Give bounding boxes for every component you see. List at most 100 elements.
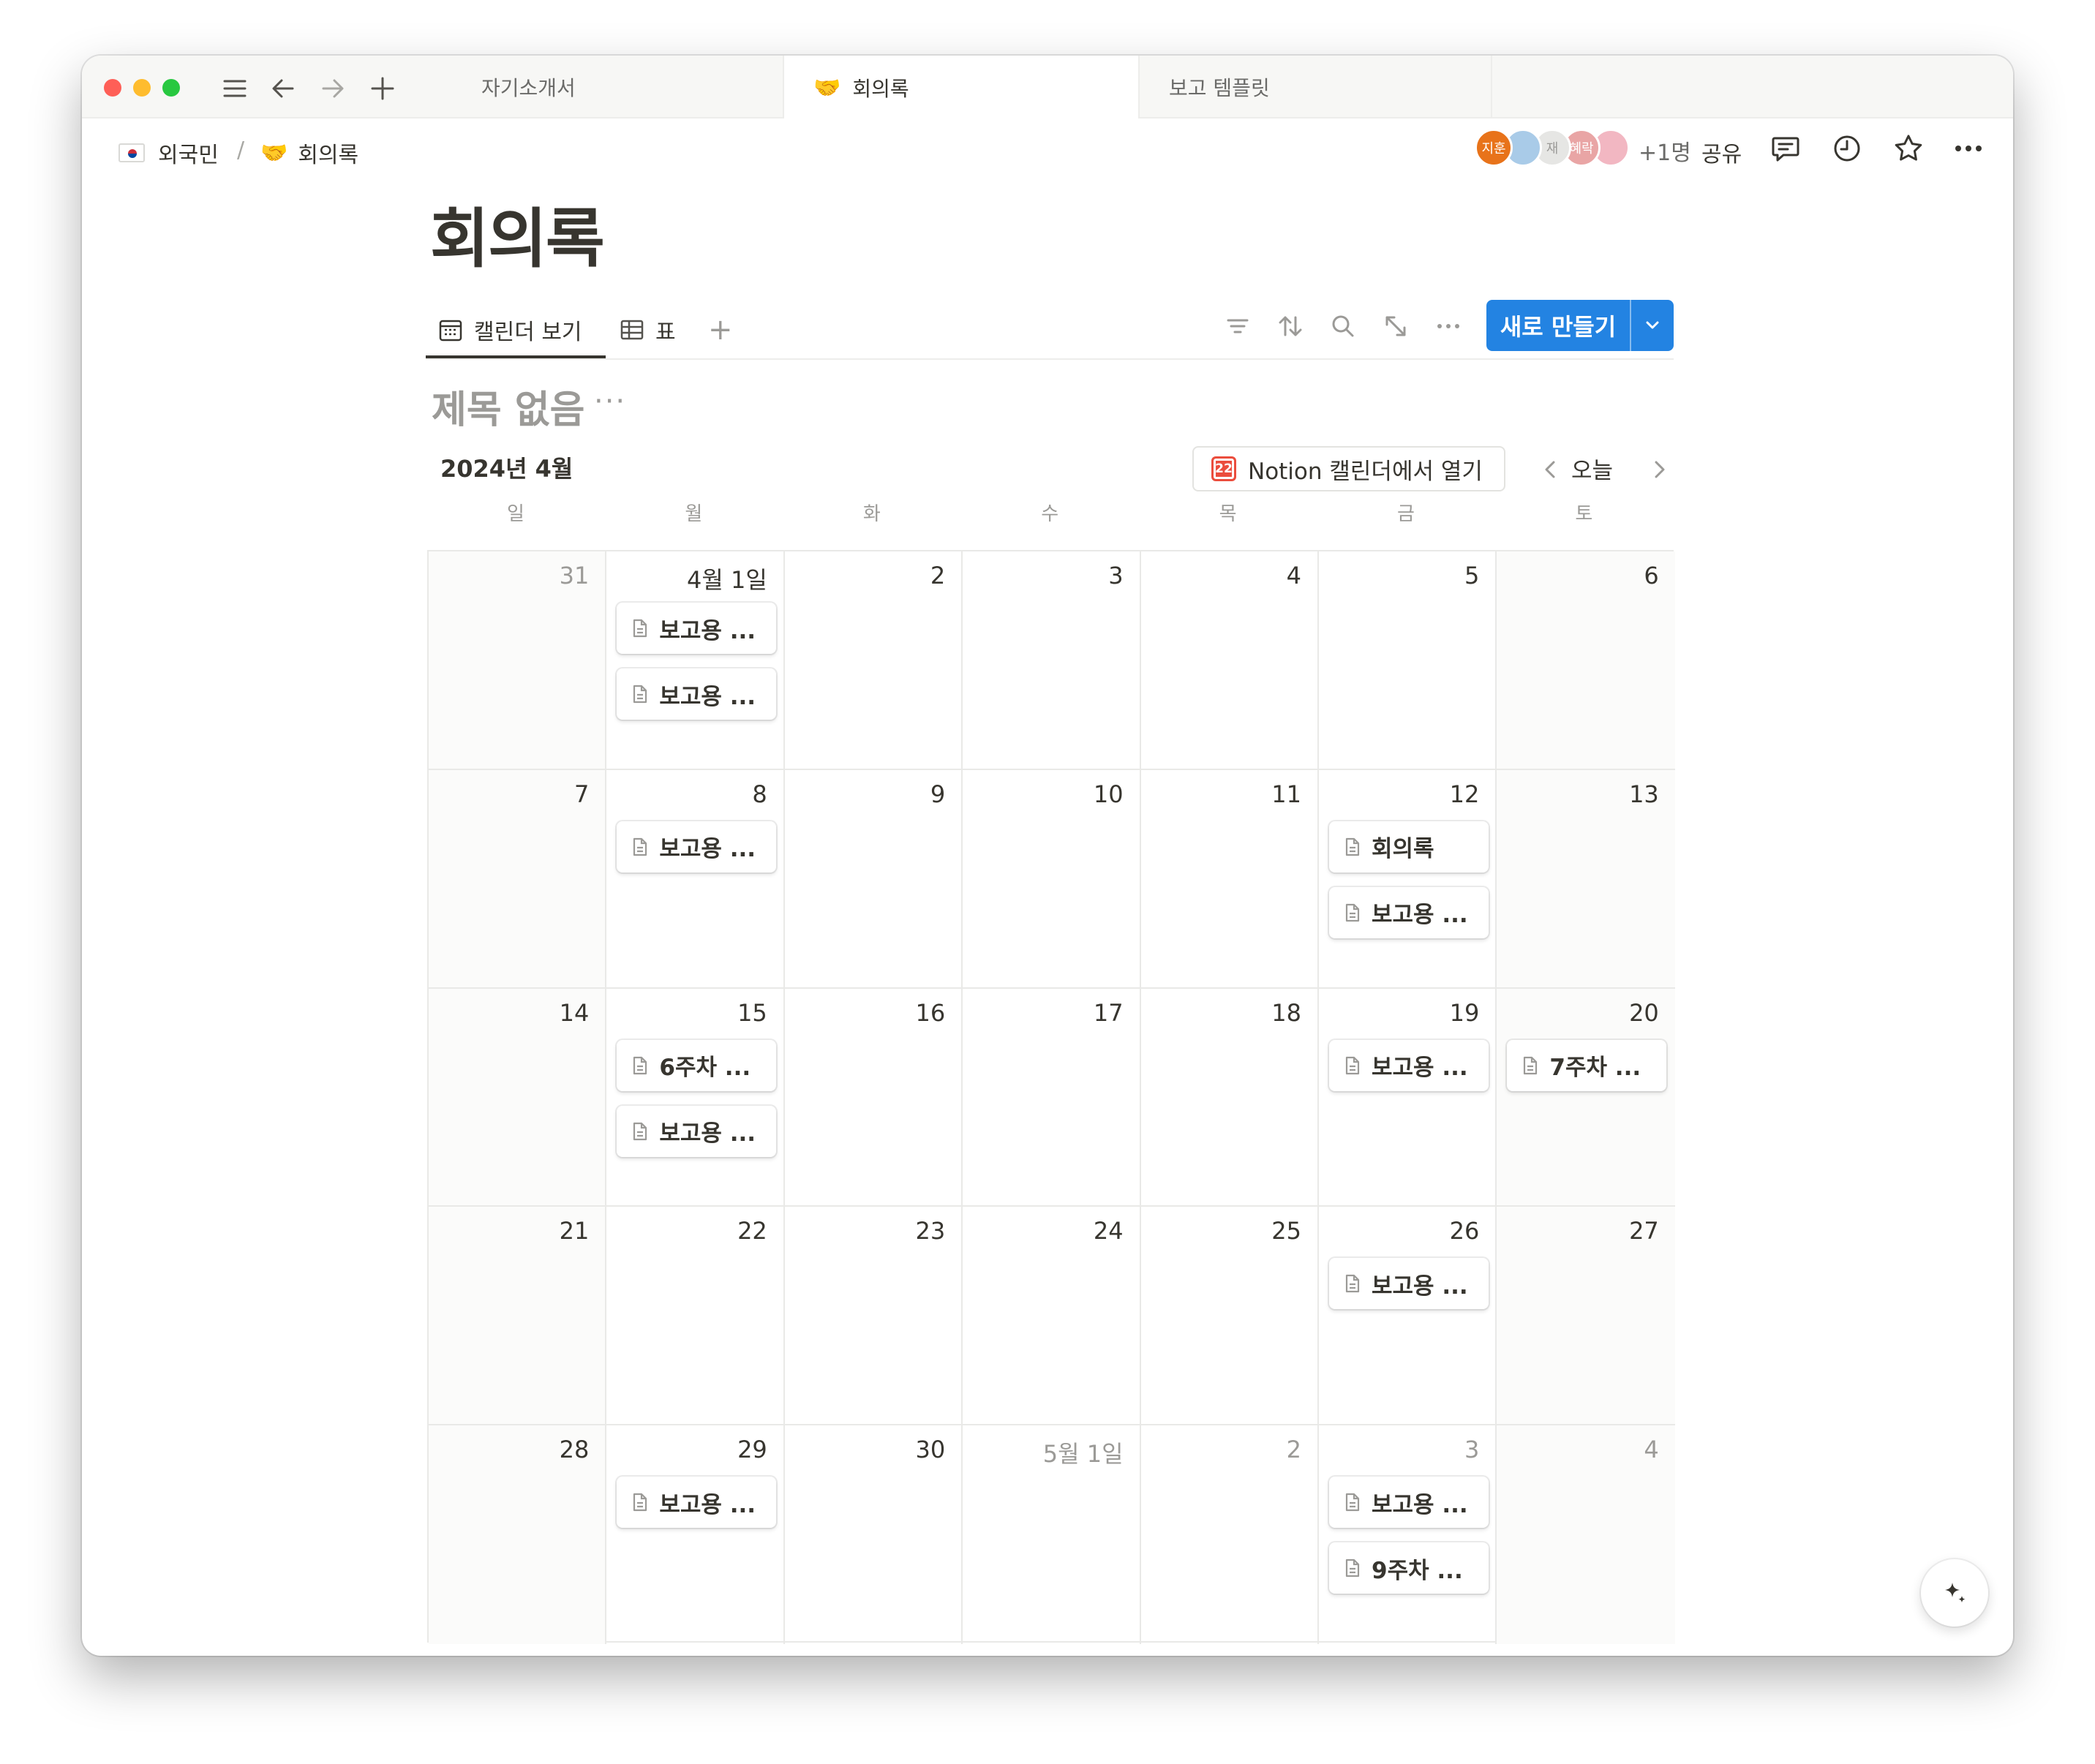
calendar-day-cell[interactable]: 25 bbox=[1140, 1207, 1319, 1426]
ai-assistant-button[interactable] bbox=[1921, 1559, 1988, 1627]
event-card[interactable]: 보고용 ... bbox=[617, 668, 777, 720]
tab-table-view[interactable]: 표 bbox=[619, 304, 676, 355]
day-number: 4월 1일 bbox=[687, 566, 767, 594]
calendar-day-cell[interactable]: 19 보고용 ... bbox=[1319, 988, 1497, 1207]
tab-report-template[interactable]: 보고 템플릿 bbox=[1138, 56, 1492, 118]
new-button[interactable]: 새로 만들기 bbox=[1486, 300, 1674, 351]
calendar-day-cell[interactable]: 16 bbox=[784, 988, 963, 1207]
previous-month-chevron-icon[interactable] bbox=[1536, 455, 1565, 484]
calendar-day-cell[interactable]: 20 7주차 ... bbox=[1497, 988, 1675, 1207]
calendar-day-cell[interactable]: 2 bbox=[1141, 1425, 1319, 1644]
tab-calendar-view[interactable]: 캘린더 보기 bbox=[437, 304, 582, 355]
view-more-options-icon[interactable] bbox=[1434, 312, 1463, 341]
breadcrumb-item-workspace[interactable]: 외국민 bbox=[119, 135, 219, 171]
calendar-grid: 31 4월 1일 보고용 ... 보고용 ... 2 3 4 5 6 7 8 보고용 ... 9 10 11… bbox=[427, 550, 1675, 1644]
page-document-icon bbox=[633, 837, 647, 856]
event-card[interactable]: 보고용 ... bbox=[1329, 886, 1489, 938]
calendar-day-cell[interactable]: 21 bbox=[429, 1207, 607, 1426]
event-card[interactable]: 보고용 ... bbox=[617, 603, 777, 654]
event-card[interactable]: 보고용 ... bbox=[1329, 1258, 1489, 1310]
forward-arrow-icon[interactable] bbox=[317, 73, 348, 104]
weekday-header: 화 bbox=[862, 503, 881, 525]
calendar-day-cell[interactable]: 5월 1일 bbox=[963, 1425, 1141, 1644]
add-view-button[interactable]: + bbox=[708, 304, 733, 355]
calendar-day-cell[interactable]: 5 bbox=[1319, 551, 1497, 770]
calendar-day-cell[interactable]: 23 bbox=[784, 1207, 963, 1426]
tab-meeting-notes[interactable]: 🤝 회의록 bbox=[784, 56, 1138, 120]
next-month-chevron-icon[interactable] bbox=[1644, 455, 1674, 484]
new-tab-plus-icon[interactable] bbox=[367, 73, 398, 104]
close-window-button[interactable] bbox=[104, 79, 121, 97]
event-card[interactable]: 보고용 ... bbox=[617, 1477, 777, 1529]
database-more-button[interactable]: ··· bbox=[594, 385, 626, 418]
calendar-day-cell[interactable]: 6 bbox=[1497, 551, 1675, 770]
event-card[interactable]: 회의록 bbox=[1329, 821, 1489, 872]
day-number: 2 bbox=[930, 562, 946, 589]
weekday-header: 월 bbox=[685, 503, 703, 525]
database-title[interactable]: 제목 없음 bbox=[432, 379, 584, 434]
more-options-icon[interactable] bbox=[1952, 132, 1985, 165]
chevron-down-icon[interactable] bbox=[1631, 314, 1674, 336]
minimize-window-button[interactable] bbox=[133, 79, 151, 97]
calendar-day-cell[interactable]: 2 bbox=[784, 551, 963, 770]
day-number: 30 bbox=[915, 1436, 946, 1464]
calendar-day-cell[interactable]: 28 bbox=[429, 1425, 607, 1644]
today-button[interactable]: 오늘 bbox=[1571, 452, 1613, 485]
event-card[interactable]: 7주차 ... bbox=[1507, 1039, 1667, 1091]
comments-icon[interactable] bbox=[1769, 132, 1802, 165]
calendar-day-cell[interactable]: 29 보고용 ... bbox=[606, 1425, 785, 1644]
weekday-header: 일 bbox=[507, 503, 524, 525]
day-number: 11 bbox=[1271, 780, 1301, 808]
open-in-calendar-button[interactable]: 22 Notion 캘린더에서 열기 bbox=[1192, 446, 1505, 491]
tab-self-introduction[interactable]: 자기소개서 bbox=[418, 56, 784, 118]
calendar-day-cell[interactable]: 12 회의록 보고용 ... bbox=[1319, 769, 1497, 989]
calendar-day-cell[interactable]: 7 bbox=[429, 769, 607, 989]
calendar-day-cell[interactable]: 14 bbox=[429, 988, 607, 1207]
sidebar-menu-icon[interactable] bbox=[219, 73, 250, 104]
page-title[interactable]: 회의록 bbox=[430, 187, 605, 280]
calendar-day-cell[interactable]: 22 bbox=[606, 1207, 785, 1426]
calendar-day-cell[interactable]: 31 bbox=[429, 551, 607, 770]
calendar-day-cell[interactable]: 18 bbox=[1140, 988, 1319, 1207]
page-document-icon bbox=[1345, 1493, 1360, 1512]
calendar-day-cell[interactable]: 4 bbox=[1140, 551, 1319, 770]
calendar-day-cell[interactable]: 9 bbox=[784, 769, 963, 989]
event-card[interactable]: 보고용 ... bbox=[617, 1105, 777, 1157]
calendar-day-cell[interactable]: 27 bbox=[1497, 1207, 1675, 1426]
event-card[interactable]: 보고용 ... bbox=[617, 821, 777, 872]
calendar-day-cell[interactable]: 3 보고용 ... 9주차 ... bbox=[1319, 1425, 1497, 1644]
expand-icon[interactable] bbox=[1381, 312, 1410, 341]
favorite-star-icon[interactable] bbox=[1892, 132, 1925, 165]
calendar-day-cell[interactable]: 4 bbox=[1497, 1425, 1675, 1644]
tab-label: 보고 템플릿 bbox=[1169, 76, 1270, 100]
search-icon[interactable] bbox=[1328, 312, 1358, 341]
more-collaborators-count[interactable]: +1명 bbox=[1639, 135, 1691, 167]
event-card[interactable]: 9주차 ... bbox=[1329, 1542, 1489, 1594]
calendar-day-cell[interactable]: 3 bbox=[963, 551, 1141, 770]
breadcrumb-item-page[interactable]: 🤝 회의록 bbox=[260, 135, 358, 171]
page-document-icon bbox=[1524, 1056, 1538, 1074]
calendar-day-cell[interactable]: 11 bbox=[1140, 769, 1319, 989]
filter-icon[interactable] bbox=[1223, 312, 1252, 341]
avatar-jihoon[interactable]: 지훈 bbox=[1475, 129, 1513, 167]
calendar-day-cell[interactable]: 8 보고용 ... bbox=[606, 769, 785, 989]
back-arrow-icon[interactable] bbox=[268, 73, 298, 104]
day-number: 29 bbox=[737, 1436, 767, 1464]
share-button[interactable]: 공유 bbox=[1701, 136, 1742, 168]
sort-icon[interactable] bbox=[1276, 312, 1305, 341]
zoom-window-button[interactable] bbox=[162, 79, 180, 97]
event-card[interactable]: 6주차 ... bbox=[617, 1039, 777, 1091]
event-card[interactable]: 보고용 ... bbox=[1329, 1039, 1489, 1091]
weekday-header: 수 bbox=[1041, 503, 1059, 525]
calendar-day-cell[interactable]: 26 보고용 ... bbox=[1319, 1207, 1497, 1426]
day-number: 3 bbox=[1464, 1436, 1480, 1464]
calendar-day-cell[interactable]: 17 bbox=[963, 988, 1141, 1207]
calendar-day-cell[interactable]: 13 bbox=[1497, 769, 1675, 989]
calendar-day-cell[interactable]: 30 bbox=[785, 1425, 963, 1644]
calendar-day-cell[interactable]: 10 bbox=[963, 769, 1141, 989]
event-card[interactable]: 보고용 ... bbox=[1329, 1477, 1489, 1529]
calendar-day-cell[interactable]: 4월 1일보고용 ... 보고용 ... bbox=[606, 551, 785, 770]
history-clock-icon[interactable] bbox=[1830, 132, 1864, 165]
calendar-day-cell[interactable]: 24 bbox=[963, 1207, 1141, 1426]
calendar-day-cell[interactable]: 15 6주차 ... 보고용 ... bbox=[606, 988, 785, 1207]
